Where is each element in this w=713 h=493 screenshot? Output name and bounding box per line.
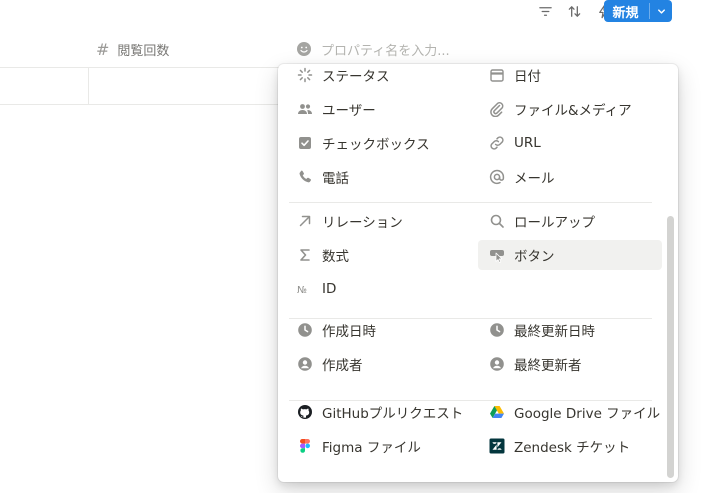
property-type-sigma[interactable]: 数式 (278, 240, 462, 270)
property-type-label: 電話 (322, 171, 349, 187)
property-type-numero[interactable]: № ID (278, 274, 462, 304)
property-type-github[interactable]: GitHubプルリクエスト (278, 397, 464, 427)
property-type-arrow-up-right[interactable]: リレーション (278, 206, 462, 236)
property-type-menu: ステータスユーザーチェックボックス 電話 日付ファイル&メディア URL メールリレーシ… (278, 64, 678, 482)
property-type-calendar[interactable]: 日付 (478, 64, 662, 90)
property-type-paperclip[interactable]: ファイル&メディア (478, 94, 662, 124)
property-type-user-circle[interactable]: 作成者 (278, 349, 462, 379)
property-type-label: 作成日時 (322, 324, 376, 340)
property-type-user-circle[interactable]: 最終更新者 (478, 349, 662, 379)
property-type-label: 日付 (514, 69, 541, 85)
link-icon (488, 134, 506, 152)
people-icon (296, 100, 314, 118)
property-type-label: URL (514, 135, 541, 151)
property-type-label: ファイル&メディア (514, 103, 632, 119)
phone-icon (296, 168, 314, 186)
property-type-link[interactable]: URL (478, 128, 662, 158)
numero-icon: № (296, 280, 314, 298)
table-column-border (88, 67, 89, 104)
chevron-down-icon[interactable] (650, 0, 672, 22)
status-icon (296, 66, 314, 84)
figma-icon (296, 437, 314, 455)
menu-divider (289, 318, 652, 319)
property-type-cursor-button[interactable]: ボタン (478, 240, 662, 270)
property-type-label: ロールアップ (514, 215, 595, 231)
menu-divider (289, 202, 652, 203)
property-type-label: ボタン (514, 249, 555, 265)
property-name-input[interactable]: プロパティ名を入力... (296, 38, 450, 60)
property-type-label: Google Drive ファイル (514, 406, 661, 422)
table-row-border (0, 67, 280, 68)
svg-text:№: № (297, 285, 307, 296)
at-icon (488, 168, 506, 186)
property-type-clock[interactable]: 最終更新日時 (478, 315, 662, 345)
filter-icon[interactable] (534, 0, 556, 22)
property-name-placeholder: プロパティ名を入力... (321, 43, 450, 59)
column-header-views[interactable]: # 閲覧回数 (96, 38, 169, 60)
user-circle-icon (488, 355, 506, 373)
smiley-icon[interactable] (296, 41, 312, 57)
property-type-phone[interactable]: 電話 (278, 162, 462, 192)
property-type-google-drive[interactable]: Google Drive ファイル (478, 397, 662, 427)
menu-scrollbar[interactable] (667, 216, 674, 478)
property-type-label: 最終更新日時 (514, 324, 595, 340)
property-type-label: ID (322, 281, 337, 297)
new-button[interactable]: 新規 (604, 0, 672, 22)
user-circle-icon (296, 355, 314, 373)
menu-divider (289, 400, 652, 401)
clock-icon (296, 321, 314, 339)
property-type-label: Zendesk チケット (514, 440, 631, 456)
property-type-status[interactable]: ステータス (278, 64, 462, 90)
google-drive-icon (488, 403, 506, 421)
property-type-label: ユーザー (322, 103, 376, 119)
property-type-label: Figma ファイル (322, 440, 421, 456)
property-type-checkbox[interactable]: チェックボックス (278, 128, 462, 158)
sort-icon[interactable] (563, 0, 585, 22)
checkbox-icon (296, 134, 314, 152)
new-button-label: 新規 (612, 5, 639, 21)
property-type-label: メール (514, 171, 555, 187)
property-type-at[interactable]: メール (478, 162, 662, 192)
sigma-icon (296, 246, 314, 264)
table-row-border (0, 104, 280, 105)
cursor-button-icon (488, 246, 506, 264)
github-icon (296, 403, 314, 421)
paperclip-icon (488, 100, 506, 118)
property-type-magnifier[interactable]: ロールアップ (478, 206, 662, 236)
property-type-label: リレーション (322, 215, 403, 231)
column-header-label: 閲覧回数 (117, 43, 170, 59)
zendesk-icon (488, 437, 506, 455)
calendar-icon (488, 66, 506, 84)
hash-icon: # (96, 39, 110, 59)
property-type-clock[interactable]: 作成日時 (278, 315, 462, 345)
property-type-label: 数式 (322, 249, 349, 265)
property-type-people[interactable]: ユーザー (278, 94, 462, 124)
property-type-zendesk[interactable]: Zendesk チケット (478, 431, 662, 461)
property-type-label: チェックボックス (322, 137, 430, 153)
arrow-up-right-icon (296, 212, 314, 230)
clock-icon (488, 321, 506, 339)
property-type-label: GitHubプルリクエスト (322, 406, 464, 422)
property-type-label: 最終更新者 (514, 358, 582, 374)
property-type-label: ステータス (322, 69, 390, 85)
magnifier-icon (488, 212, 506, 230)
property-type-label: 作成者 (322, 358, 363, 374)
property-type-figma[interactable]: Figma ファイル (278, 431, 462, 461)
